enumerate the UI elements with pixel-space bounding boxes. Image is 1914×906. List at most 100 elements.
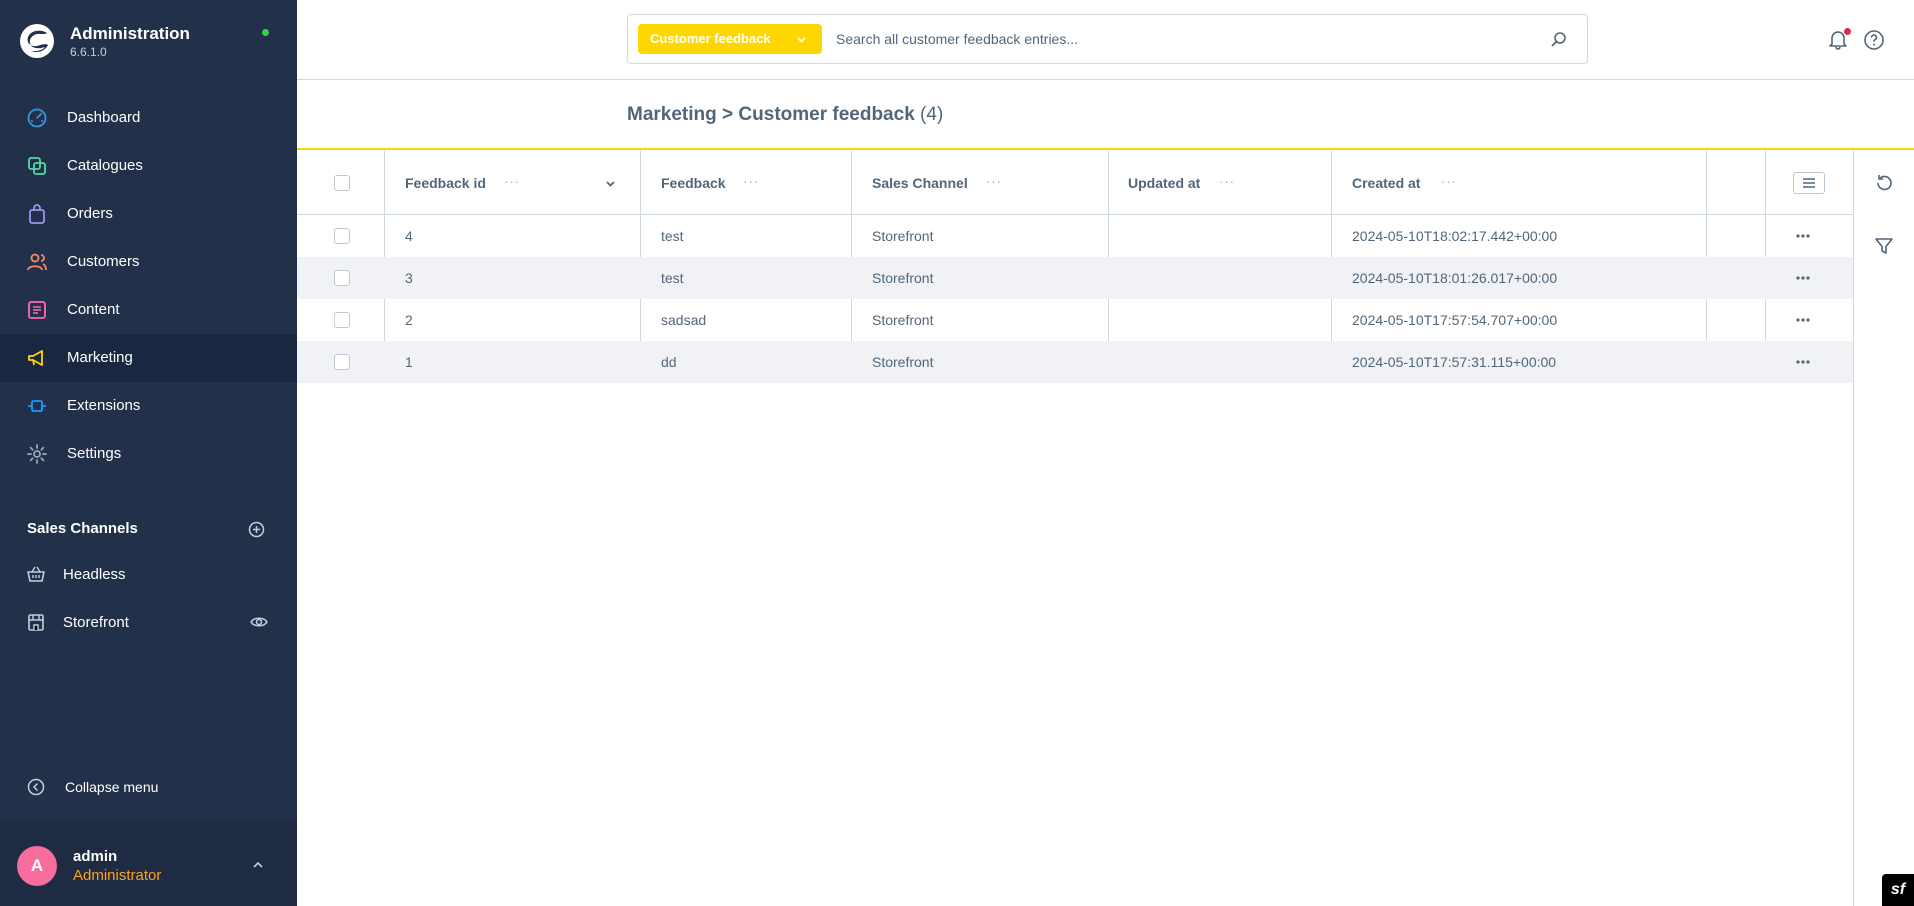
eye-icon[interactable]: [250, 614, 268, 630]
table-row[interactable]: 3 test Storefront 2024-05-10T18:01:26.01…: [297, 257, 1853, 299]
page-title: Marketing > Customer feedback (4): [627, 104, 943, 126]
cell-feedback-id: 2: [405, 312, 413, 328]
catalogue-icon: [28, 157, 46, 175]
column-menu-icon[interactable]: ···: [1441, 174, 1457, 189]
column-menu-icon[interactable]: ···: [1219, 174, 1235, 189]
dashboard-icon: [27, 108, 47, 128]
cell-feedback[interactable]: dd: [661, 354, 677, 370]
column-settings-button[interactable]: [1793, 172, 1825, 194]
user-menu[interactable]: A admin Administrator: [0, 820, 297, 906]
sidebar-item-marketing[interactable]: Marketing: [0, 334, 297, 382]
cell-created-at: 2024-05-10T17:57:31.115+00:00: [1352, 354, 1557, 370]
cell-sales-channel: Storefront: [872, 228, 934, 244]
sales-channel-headless[interactable]: Headless: [0, 552, 297, 596]
breadcrumb-parent[interactable]: Marketing: [627, 104, 717, 125]
sidebar-item-customers[interactable]: Customers: [0, 238, 297, 286]
row-actions-icon[interactable]: [1796, 360, 1810, 364]
avatar: A: [17, 846, 57, 886]
sidebar-item-label: Catalogues: [67, 157, 143, 174]
cell-sales-channel: Storefront: [872, 354, 934, 370]
row-actions-icon[interactable]: [1796, 276, 1810, 280]
page-title-text: Customer feedback: [738, 104, 915, 125]
app-title: Administration: [70, 24, 190, 43]
search-icon[interactable]: [1550, 30, 1568, 48]
sidebar-item-label: Settings: [67, 445, 122, 462]
sales-channel-label: Headless: [63, 566, 126, 583]
sort-chevron-down-icon[interactable]: [605, 178, 616, 189]
table-row[interactable]: 2 sadsad Storefront 2024-05-10T17:57:54.…: [297, 299, 1853, 341]
content-icon: [28, 301, 46, 319]
top-bar: Customer feedback: [297, 0, 1914, 80]
row-actions-icon[interactable]: [1796, 234, 1810, 238]
cell-created-at: 2024-05-10T18:02:17.442+00:00: [1352, 228, 1558, 244]
sidebar-item-extensions[interactable]: Extensions: [0, 382, 297, 430]
row-checkbox[interactable]: [334, 228, 350, 244]
chevron-down-icon: [797, 37, 806, 43]
sidebar-item-orders[interactable]: Orders: [0, 190, 297, 238]
cell-created-at: 2024-05-10T18:01:26.017+00:00: [1352, 270, 1558, 286]
cell-feedback-id: 3: [405, 270, 413, 286]
refresh-icon[interactable]: [1873, 172, 1895, 194]
sidebar: Administration 6.6.1.0 Dashboard Catalog…: [0, 0, 297, 906]
select-all-checkbox[interactable]: [334, 175, 350, 191]
list-icon: [1803, 178, 1815, 188]
column-header-feedback-id[interactable]: Feedback id: [405, 175, 486, 191]
cell-feedback[interactable]: test: [661, 228, 684, 244]
sidebar-item-dashboard[interactable]: Dashboard: [0, 94, 297, 142]
column-menu-icon[interactable]: ···: [986, 174, 1002, 189]
orders-bag-icon: [29, 204, 45, 224]
symfony-toolbar-badge[interactable]: sf: [1882, 874, 1914, 906]
cell-sales-channel: Storefront: [872, 312, 934, 328]
column-menu-icon[interactable]: ···: [504, 174, 520, 189]
row-actions-icon[interactable]: [1796, 318, 1810, 322]
shopware-logo-icon[interactable]: [19, 23, 55, 59]
sidebar-item-catalogues[interactable]: Catalogues: [0, 142, 297, 190]
plugin-icon: [28, 400, 46, 412]
row-checkbox[interactable]: [334, 312, 350, 328]
sidebar-item-label: Orders: [67, 205, 113, 222]
chevron-up-icon[interactable]: [252, 859, 264, 871]
help-icon[interactable]: [1863, 29, 1885, 51]
sidebar-item-content[interactable]: Content: [0, 286, 297, 334]
user-name: admin: [73, 848, 118, 865]
sidebar-item-label: Dashboard: [67, 109, 141, 126]
column-header-sales-channel[interactable]: Sales Channel: [872, 175, 968, 191]
user-role: Administrator: [73, 867, 162, 884]
sidebar-item-label: Extensions: [67, 397, 141, 414]
cell-feedback[interactable]: test: [661, 270, 684, 286]
filter-icon[interactable]: [1873, 235, 1895, 257]
cell-feedback[interactable]: sadsad: [661, 312, 706, 328]
table-row[interactable]: 4 test Storefront 2024-05-10T18:02:17.44…: [297, 215, 1853, 257]
add-sales-channel-icon[interactable]: [248, 521, 265, 538]
table-row[interactable]: 1 dd Storefront 2024-05-10T17:57:31.115+…: [297, 341, 1853, 383]
sales-channel-label: Storefront: [63, 614, 129, 631]
notification-badge: [1844, 28, 1851, 35]
app-version: 6.6.1.0: [70, 45, 107, 59]
gear-icon: [27, 444, 47, 464]
global-search: Customer feedback: [627, 14, 1588, 64]
page-header: Marketing > Customer feedback (4): [297, 80, 1914, 150]
basket-icon: [27, 566, 45, 582]
record-count: (4): [920, 104, 944, 125]
sales-channel-storefront[interactable]: Storefront: [0, 600, 297, 644]
column-header-created-at[interactable]: Created at: [1352, 175, 1420, 191]
column-menu-icon[interactable]: ···: [743, 174, 759, 189]
row-checkbox[interactable]: [334, 270, 350, 286]
search-type-label: Customer feedback: [650, 31, 771, 46]
cell-feedback-id: 1: [405, 354, 413, 370]
sidebar-item-label: Customers: [67, 253, 140, 270]
column-header-updated-at[interactable]: Updated at: [1128, 175, 1200, 191]
collapse-menu-label: Collapse menu: [65, 779, 159, 795]
cell-feedback-id: 4: [405, 228, 413, 244]
row-checkbox[interactable]: [334, 354, 350, 370]
storefront-icon: [28, 614, 44, 631]
right-sidebar: [1853, 150, 1914, 906]
column-header-feedback[interactable]: Feedback: [661, 175, 726, 191]
collapse-menu-button[interactable]: Collapse menu: [0, 770, 297, 806]
breadcrumb-separator: >: [722, 104, 734, 125]
search-type-dropdown[interactable]: Customer feedback: [638, 24, 822, 54]
grid-header: Feedback id ··· Feedback ··· Sales Chann…: [297, 150, 1853, 383]
sidebar-item-settings[interactable]: Settings: [0, 430, 297, 478]
search-input[interactable]: [836, 27, 1536, 51]
sidebar-item-label: Marketing: [67, 349, 133, 366]
